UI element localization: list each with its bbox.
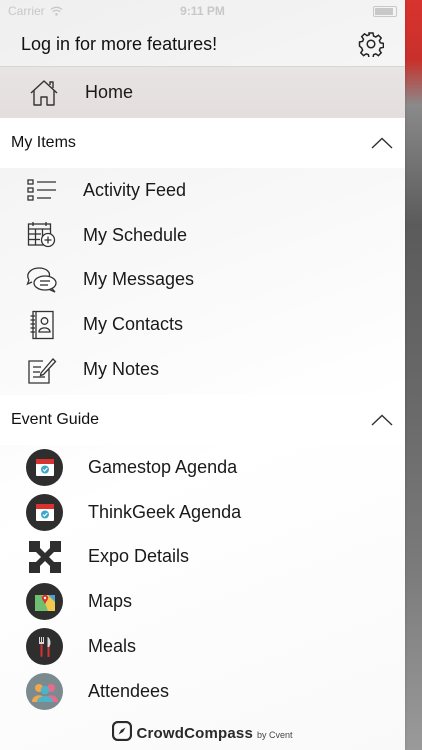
agenda-calendar-icon <box>26 493 63 531</box>
chevron-up-icon[interactable] <box>371 413 393 427</box>
menu-item-maps[interactable]: Maps <box>0 579 405 624</box>
menu-item-my-schedule[interactable]: My Schedule <box>0 213 405 258</box>
menu-item-label: My Schedule <box>83 224 188 245</box>
menu-item-label: Meals <box>88 636 137 657</box>
login-prompt[interactable]: Log in for more features! <box>21 34 217 55</box>
menu-item-attendees[interactable]: Attendees <box>0 669 405 714</box>
menu-item-label: Maps <box>88 591 133 612</box>
side-menu-drawer: Carrier 9:11 PM Log in for more features… <box>0 0 405 750</box>
expo-icon <box>26 538 63 575</box>
menu-item-label: Home <box>85 82 134 102</box>
menu-item-my-notes[interactable]: My Notes <box>0 347 405 392</box>
menu-item-label: Activity Feed <box>83 179 187 200</box>
menu-item-label: Expo Details <box>88 546 190 567</box>
home-icon <box>28 77 60 109</box>
menu-item-meals[interactable]: Meals <box>0 624 405 669</box>
menu-item-my-messages[interactable]: My Messages <box>0 258 405 303</box>
footer-branding: CrowdCompass by Cvent <box>0 716 405 750</box>
section-header-my-items[interactable]: My Items <box>0 118 405 168</box>
login-bar[interactable]: Log in for more features! <box>0 22 405 66</box>
menu-item-label: Gamestop Agenda <box>88 456 238 477</box>
note-pencil-icon <box>26 354 58 386</box>
chevron-up-icon[interactable] <box>371 136 393 150</box>
clock: 9:11 PM <box>180 4 225 18</box>
fork-knife-icon <box>26 628 63 666</box>
calendar-add-icon <box>26 219 58 251</box>
crowdcompass-logo-icon <box>112 720 133 746</box>
underlying-screen-edge[interactable] <box>405 0 422 750</box>
menu-item-label: ThinkGeek Agenda <box>88 501 242 522</box>
menu-item-activity-feed[interactable]: Activity Feed <box>0 168 405 213</box>
brand-byline: by Cvent <box>257 730 293 740</box>
section-header-event-guide[interactable]: Event Guide <box>0 394 405 445</box>
menu-item-my-contacts[interactable]: My Contacts <box>0 302 405 347</box>
menu-item-label: My Messages <box>83 269 195 290</box>
menu-item-label: My Notes <box>83 359 160 380</box>
contact-book-icon <box>26 309 58 341</box>
list-icon <box>26 174 58 206</box>
menu-item-label: My Contacts <box>83 314 184 335</box>
section-title: My Items <box>11 134 76 151</box>
menu-item-thinkgeek-agenda[interactable]: ThinkGeek Agenda <box>0 490 405 535</box>
people-icon <box>26 672 63 710</box>
status-bar: Carrier 9:11 PM <box>0 0 405 22</box>
menu-item-label: Attendees <box>88 680 170 701</box>
menu-item-gamestop-agenda[interactable]: Gamestop Agenda <box>0 445 405 490</box>
agenda-calendar-icon <box>26 448 63 486</box>
gear-icon[interactable] <box>357 30 385 58</box>
event-guide-list: Gamestop Agenda ThinkGeek Agenda Expo De… <box>0 445 405 714</box>
menu-item-home[interactable]: Home <box>0 66 405 118</box>
brand-name: CrowdCompass <box>136 724 254 742</box>
battery-icon <box>373 5 397 17</box>
menu-item-expo-details[interactable]: Expo Details <box>0 535 405 580</box>
chat-bubbles-icon <box>26 264 58 296</box>
section-title: Event Guide <box>11 410 100 428</box>
my-items-list: Activity Feed My Schedule My Messages My… <box>0 168 405 392</box>
map-icon <box>26 583 63 621</box>
